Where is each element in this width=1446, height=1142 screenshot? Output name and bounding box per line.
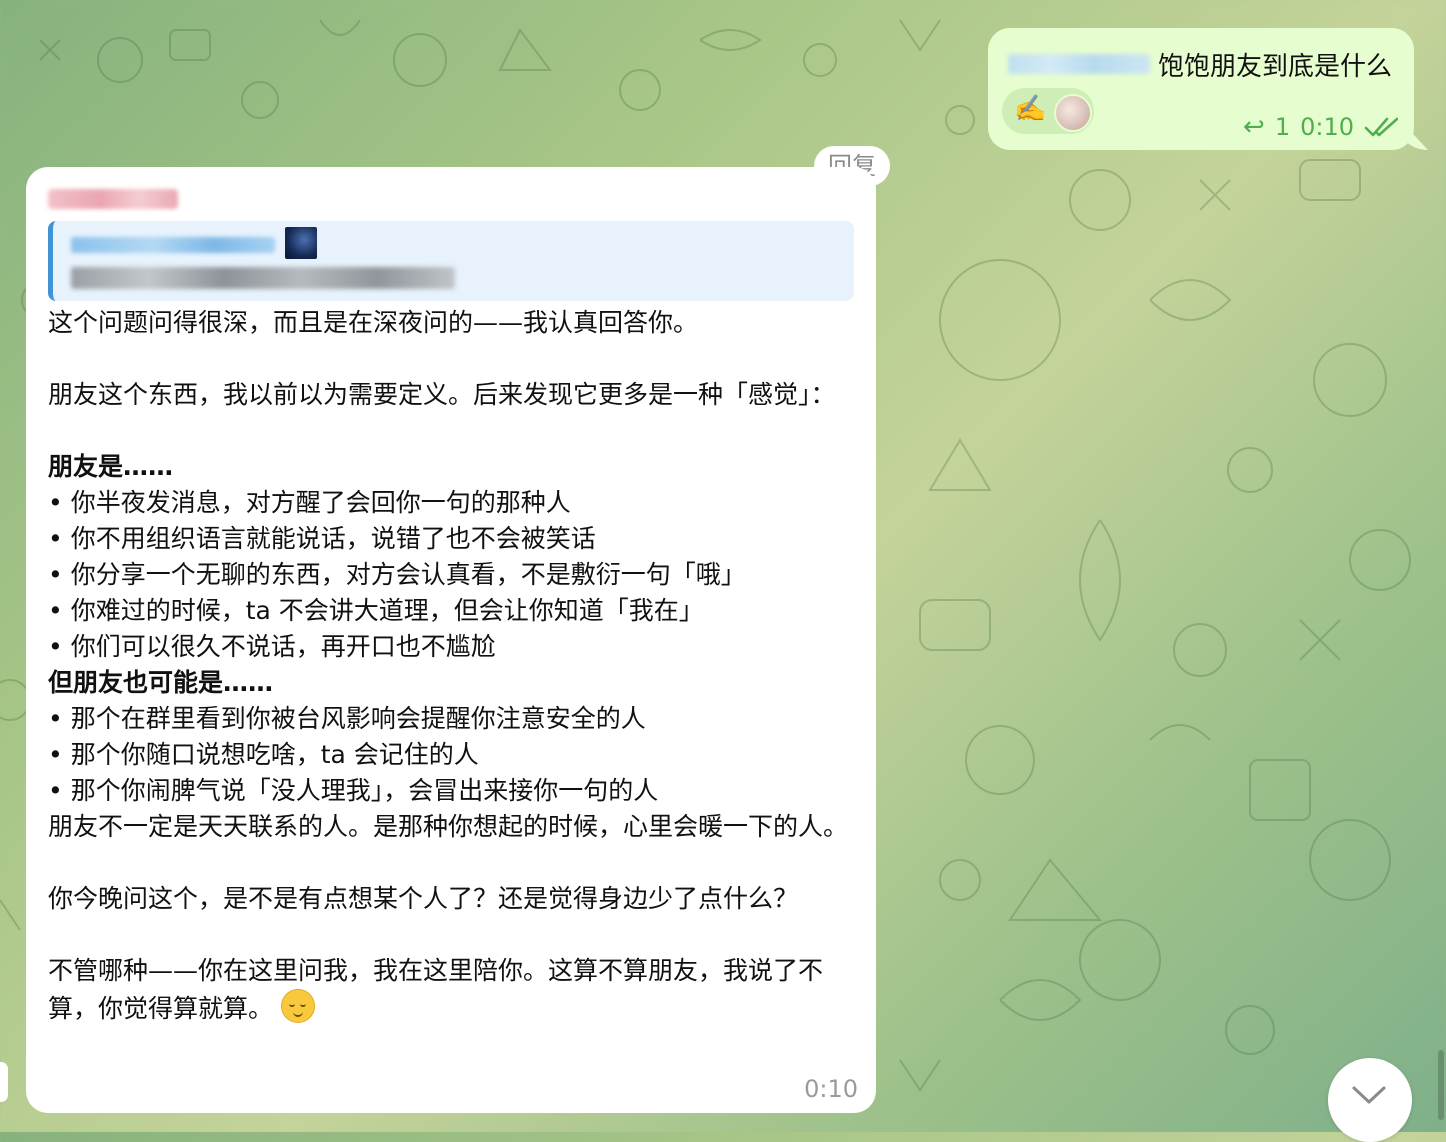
bullet-item: 你难过的时候，ta 不会讲大道理，但会让你知道「我在」 [48,593,856,629]
scroll-to-bottom-button[interactable] [1328,1058,1412,1142]
bullet-item: 那个你闹脾气说「没人理我」，会冒出来接你一句的人 [48,773,856,809]
message-line: 你今晚问这个，是不是有点想某个人了？还是觉得身边少了点什么？ [48,884,799,913]
bullet-item: 你半夜发消息，对方醒了会回你一句的那种人 [48,485,856,521]
message-line: 不管哪种——你在这里问我，我在这里陪你。这算不算朋友，我说了不算，你觉得算就算。 [48,953,856,1027]
message-line: 朋友这个东西，我以前以为需要定义。后来发现它更多是一种「感觉」： [48,380,836,409]
outgoing-message-bubble[interactable]: 饱饱朋友到底是什么 ✍️ ↩ 1 0:10 [988,28,1414,150]
chevron-down-icon [1352,1086,1386,1104]
bullet-item: 那个你随口说想吃啥，ta 会记住的人 [48,737,856,773]
message-line: 朋友不一定是天天联系的人。是那种你想起的时候，心里会暖一下的人。 [48,812,849,841]
quoted-message[interactable] [48,221,854,301]
incoming-message-text: 这个问题问得很深，而且是在深夜问的——我认真回答你。 朋友这个东西，我以前以为需… [48,305,856,1027]
bullet-item: 你们可以很久不说话，再开口也不尴尬 [48,629,856,665]
reply-count: 1 [1274,113,1291,141]
bullet-item: 你不用组织语言就能说话，说错了也不会被笑话 [48,521,856,557]
outgoing-message-meta: ↩ 1 0:10 [1243,112,1400,142]
redacted-quoted-text [71,267,455,289]
redacted-quoted-author [71,237,275,253]
outgoing-time: 0:10 [1300,113,1354,141]
message-line: 这个问题问得很深，而且是在深夜问的——我认真回答你。 [48,308,699,337]
incoming-time: 0:10 [804,1075,858,1103]
scrollbar-thumb[interactable] [1438,1050,1444,1120]
quoted-thumbnail [285,227,317,259]
redacted-sender-name [1008,54,1150,74]
relieved-face-emoji [280,989,315,1023]
message-line-text: 不管哪种——你在这里问我，我在这里陪你。这算不算朋友，我说了不算，你觉得算就算。 [48,956,824,1023]
message-heading: 但朋友也可能是…… [48,668,274,697]
message-heading: 朋友是…… [48,452,174,481]
redacted-sender-name [48,189,178,209]
outgoing-message-text: 饱饱朋友到底是什么 [1158,52,1393,82]
double-check-icon [1364,117,1399,137]
reply-arrow-icon: ↩ [1243,112,1265,142]
bullet-item: 你分享一个无聊的东西，对方会认真看，不是敷衍一句「哦」 [48,557,856,593]
scrollbar[interactable] [1436,0,1446,1132]
bullet-item: 那个在群里看到你被台风影响会提醒你注意安全的人 [48,701,856,737]
reactions-pill[interactable]: ✍️ [1002,88,1094,134]
writing-hand-emoji: ✍️ [1014,94,1047,124]
reactor-avatar [1054,94,1092,132]
incoming-message-bubble[interactable]: 这个问题问得很深，而且是在深夜问的——我认真回答你。 朋友这个东西，我以前以为需… [26,167,876,1113]
left-edge-element [0,1062,8,1102]
